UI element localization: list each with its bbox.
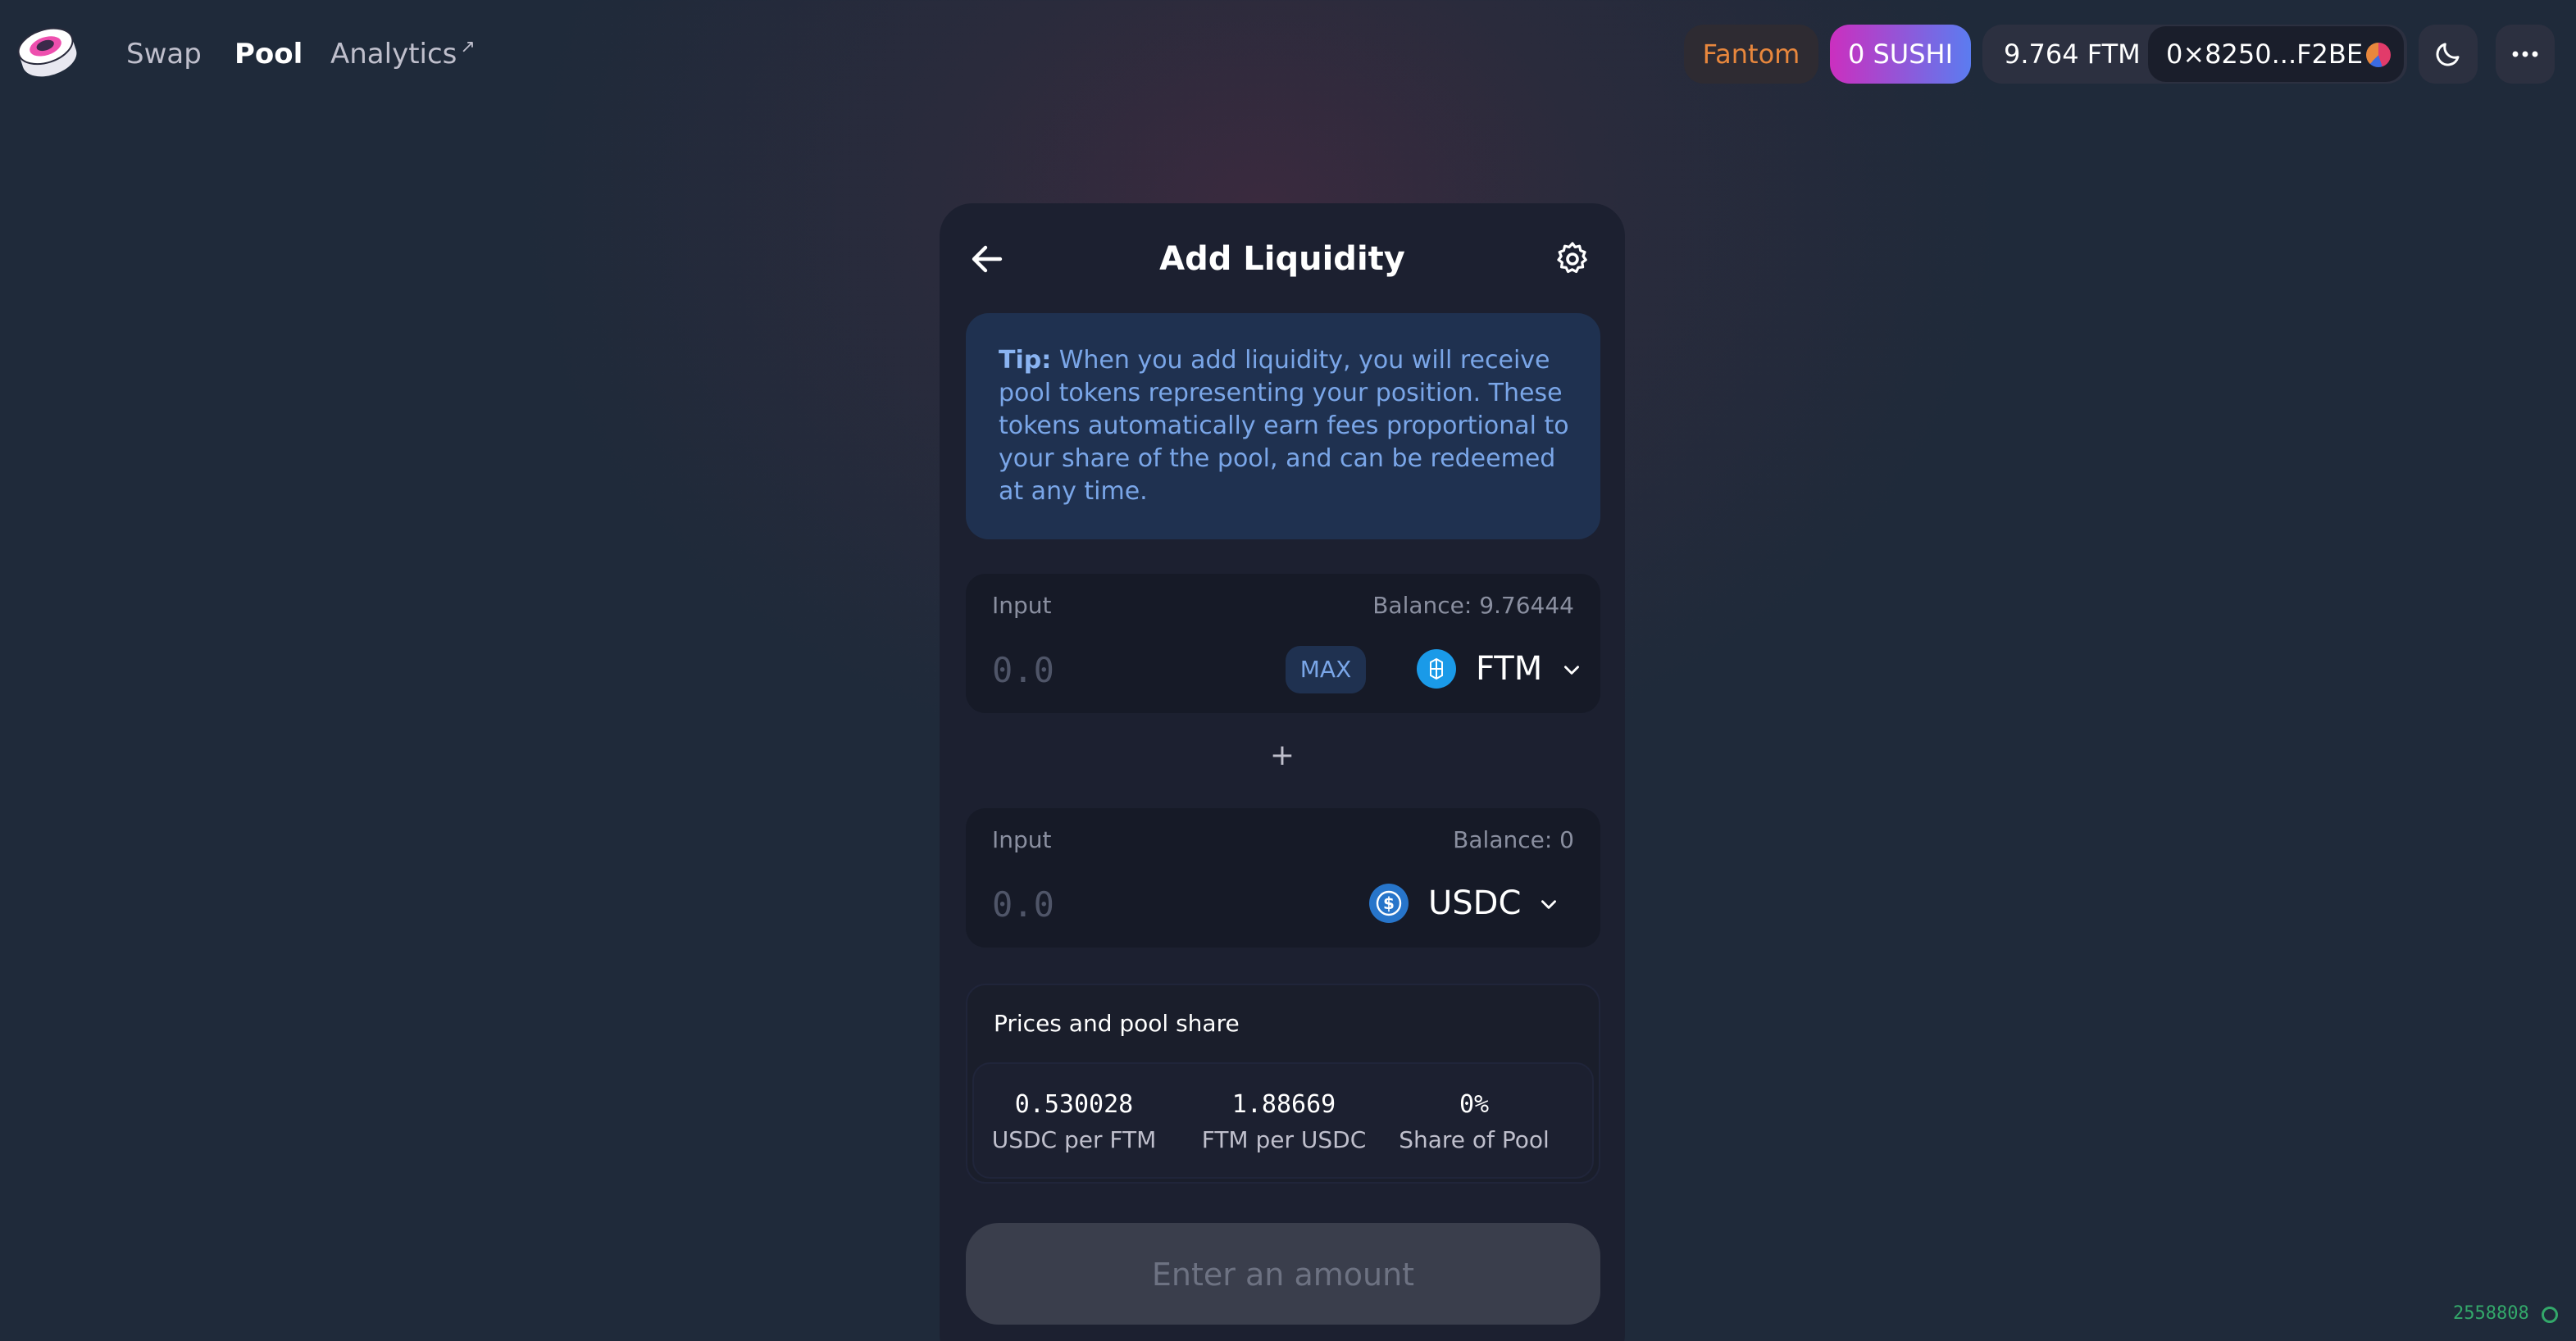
- input-label: Input: [992, 826, 1052, 853]
- token-symbol-a: FTM: [1476, 650, 1543, 688]
- block-status-icon: [2542, 1307, 2558, 1323]
- moon-icon: [2436, 43, 2460, 66]
- prices-stats: 0.530028 USDC per FTM 1.88669 FTM per US…: [972, 1062, 1594, 1179]
- tip-text: Tip: When you add liquidity, you will re…: [999, 344, 1572, 508]
- svg-text:$: $: [1383, 893, 1395, 913]
- amount-input-a[interactable]: [990, 646, 1240, 693]
- sushi-balance-button[interactable]: 0 SUSHI: [1830, 25, 1971, 84]
- currency-input-panel-a: Input Balance: 9.76444 MAX FTM: [966, 574, 1600, 713]
- token-select-a[interactable]: FTM: [1417, 643, 1592, 695]
- more-dots-icon: [2512, 51, 2538, 57]
- gear-icon: [1557, 242, 1587, 273]
- nav-analytics-label: Analytics: [330, 38, 457, 70]
- amount-input-b[interactable]: [990, 880, 1240, 928]
- card-title: Add Liquidity: [1159, 240, 1405, 278]
- nav-pool[interactable]: Pool: [234, 31, 303, 77]
- currency-input-panel-b: Input Balance: 0 $ USDC: [966, 808, 1600, 948]
- plus-divider: +: [1269, 739, 1295, 772]
- stat-label: USDC per FTM: [991, 1126, 1157, 1153]
- token-symbol-b: USDC: [1428, 884, 1522, 922]
- stat-value: 0.530028: [1014, 1090, 1134, 1119]
- input-label: Input: [992, 592, 1052, 619]
- stat-usdc-per-ftm: 0.530028 USDC per FTM: [976, 1089, 1172, 1159]
- account-button[interactable]: 0×8250...F2BE: [2148, 26, 2404, 82]
- theme-toggle-button[interactable]: [2419, 25, 2478, 84]
- external-link-icon: ↗: [460, 37, 476, 57]
- stat-share-of-pool: 0% Share of Pool: [1376, 1089, 1572, 1159]
- top-bar: Swap Pool Analytics ↗ Fantom 0 SUSHI 9.76…: [0, 0, 2576, 107]
- tip-box: Tip: When you add liquidity, you will re…: [966, 313, 1600, 539]
- network-badge[interactable]: Fantom: [1684, 25, 1818, 84]
- block-number[interactable]: 2558808: [2453, 1303, 2529, 1324]
- stat-value: 1.88669: [1231, 1090, 1336, 1119]
- stat-label: Share of Pool: [1399, 1126, 1550, 1153]
- tip-label: Tip:: [999, 346, 1052, 375]
- native-balance: 9.764 FTM: [2004, 39, 2141, 70]
- chevron-down-icon: [1541, 900, 1556, 909]
- ftm-token-icon: [1417, 649, 1456, 689]
- more-menu-button[interactable]: [2496, 25, 2555, 84]
- settings-button[interactable]: [1553, 239, 1592, 279]
- prices-and-pool-share: Prices and pool share 0.530028 USDC per …: [966, 984, 1600, 1184]
- token-select-b[interactable]: $ USDC: [1369, 877, 1574, 930]
- stat-value: 0%: [1459, 1090, 1490, 1119]
- stat-ftm-per-usdc: 1.88669 FTM per USDC: [1186, 1089, 1382, 1159]
- enter-amount-button[interactable]: Enter an amount: [966, 1223, 1600, 1325]
- sushi-logo-icon[interactable]: [15, 21, 80, 84]
- max-button[interactable]: MAX: [1286, 646, 1366, 693]
- prices-title: Prices and pool share: [994, 1010, 1240, 1037]
- wallet-group: 9.764 FTM 0×8250...F2BE: [1982, 25, 2407, 84]
- nav-swap[interactable]: Swap: [126, 31, 202, 77]
- balance-label[interactable]: Balance: 9.76444: [1372, 592, 1574, 619]
- chevron-down-icon: [1564, 666, 1579, 675]
- account-address: 0×8250...F2BE: [2166, 39, 2364, 70]
- account-avatar-icon: [2366, 43, 2391, 67]
- stat-label: FTM per USDC: [1201, 1126, 1367, 1153]
- add-liquidity-card: Add Liquidity Tip: When you add liquidit…: [940, 203, 1625, 1341]
- balance-label: Balance: 0: [1453, 826, 1574, 853]
- tip-body: When you add liquidity, you will receive…: [999, 346, 1569, 506]
- usdc-token-icon: $: [1369, 884, 1409, 923]
- nav-analytics[interactable]: Analytics ↗: [330, 31, 476, 77]
